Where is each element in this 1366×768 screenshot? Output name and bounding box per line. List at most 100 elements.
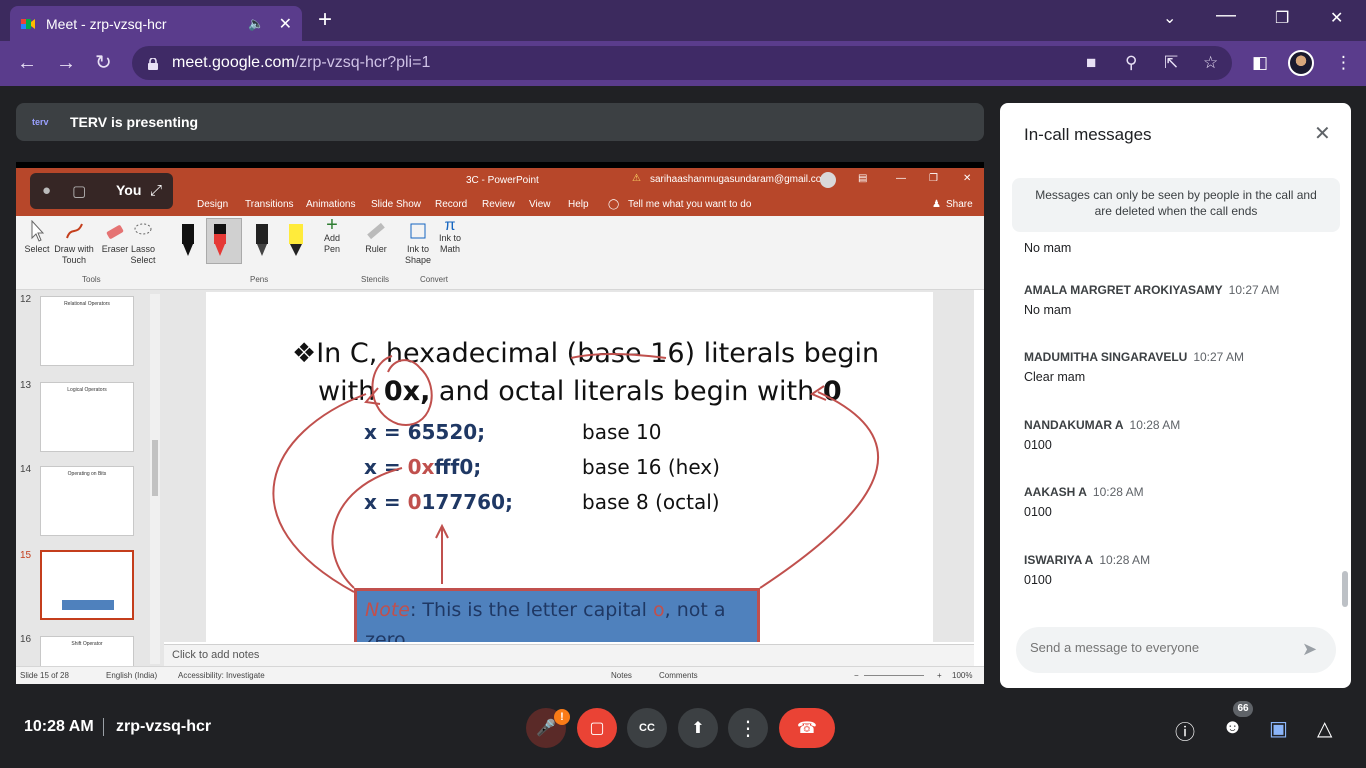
tell-me-box[interactable]: Tell me what you want to do [628,199,751,210]
ribbon-display-icon[interactable]: ▤ [858,173,867,184]
zoom-plus-icon[interactable]: + [937,671,942,680]
menu-slide-show[interactable]: Slide Show [371,199,421,210]
chat-message: ISWARIYA A 10:28 AM 0100 [1024,553,1151,587]
chat-message: AMALA MARGRET AROKIYASAMY 10:27 AM No mam [1024,283,1280,317]
zoom-slider[interactable] [864,675,924,676]
hang-up-icon: ☎ [797,720,817,737]
thumb-number: 12 [20,294,32,305]
close-tab-icon[interactable]: ✕ [279,14,292,34]
base-label: base 10 [582,420,662,444]
share-page-icon[interactable]: ⇱ [1164,53,1178,73]
add-pen-button[interactable]: + Add Pen [320,214,344,255]
lasso-select-tool[interactable]: Lasso Select [130,220,156,266]
comments-toggle[interactable]: Comments [659,671,698,680]
ink-to-math-tool[interactable]: π Ink to Math [436,218,464,255]
thumb-number: 16 [20,634,32,645]
message-list[interactable]: No mam AMALA MARGRET AROKIYASAMY 10:27 AM… [1000,237,1340,607]
new-tab-icon[interactable]: + [318,8,332,32]
base-label: base 16 (hex) [582,455,720,479]
mic-off-icon: 🎤 [536,720,556,737]
present-screen-icon: ⬆ [691,720,705,737]
address-bar[interactable]: meet.google.com/zrp-vzsq-hcr?pli=1 ■ ⚲ ⇱… [132,46,1232,80]
zoom-icon[interactable]: ⚲ [1125,53,1137,73]
ppt-restore-icon[interactable]: ❐ [929,173,938,184]
tab-search-chevron-icon[interactable]: ⌄ [1163,8,1176,28]
gray-pen-icon[interactable] [254,222,270,258]
lasso-icon [134,223,152,235]
message-composer: ➤ [1016,627,1336,673]
info-icon[interactable]: ⓘ [1175,716,1195,745]
side-panel-icon[interactable]: ◧ [1252,53,1268,73]
self-view-tile[interactable]: ● ▢ You ⤢ [30,173,173,209]
camera-in-use-icon[interactable]: ■ [1086,53,1096,73]
notes-toggle[interactable]: Notes [611,671,632,680]
browser-tab[interactable]: Meet - zrp-vzsq-hcr 🔈 ✕ [10,6,302,41]
profile-avatar[interactable] [1288,50,1314,76]
close-window-icon[interactable]: ✕ [1330,8,1343,28]
presenting-banner: terv TERV is presenting [16,103,984,141]
chat-scrollbar[interactable] [1342,571,1348,607]
activities-icon[interactable]: △ [1317,716,1332,741]
browser-menu-icon[interactable]: ⋮ [1335,53,1352,73]
highlighter-icon[interactable] [288,222,304,258]
close-panel-icon[interactable]: ✕ [1314,121,1331,146]
slide-thumbnail[interactable]: Logical Operators [40,382,134,452]
tools-group-label: Tools [82,275,101,284]
red-pen-selected[interactable] [206,218,242,264]
notes-pane[interactable]: Click to add notes [164,644,974,666]
notes-placeholder: Click to add notes [172,649,260,661]
menu-design[interactable]: Design [197,199,228,210]
restore-icon[interactable]: ❐ [1275,8,1289,28]
menu-record[interactable]: Record [435,199,467,210]
menu-view[interactable]: View [529,199,551,210]
browser-toolbar: ← → ↻ meet.google.com/zrp-vzsq-hcr?pli=1… [0,41,1366,86]
more-vert-icon: ⋮ [738,717,758,740]
minimize-icon[interactable]: — [1216,4,1236,27]
expand-icon[interactable]: ⤢ [150,182,162,199]
reload-icon[interactable]: ↻ [95,51,112,75]
share-button[interactable]: Share [946,199,973,210]
people-icon[interactable]: ☻ [1222,716,1243,739]
camera-toggle-button[interactable]: ▢ [577,708,617,748]
captions-button[interactable]: CC [627,708,667,748]
back-arrow-icon[interactable]: ← [17,51,37,75]
slide-thumbnail[interactable]: Operating on Bits [40,466,134,536]
chat-icon[interactable]: ▣ [1269,716,1288,741]
accessibility-status[interactable]: Accessibility: Investigate [178,671,265,680]
select-label: Select [24,244,50,254]
thumb-number: 14 [20,464,32,475]
captions-icon: CC [639,722,655,734]
bookmark-star-icon[interactable]: ☆ [1203,53,1218,73]
ink-to-shape-tool[interactable]: Ink to Shape [404,220,432,266]
menu-transitions[interactable]: Transitions [245,199,294,210]
thumbnail-scroll-thumb[interactable] [152,440,158,496]
black-pen-icon[interactable] [180,222,196,258]
select-tool[interactable]: Select [24,220,50,255]
send-icon[interactable]: ➤ [1302,639,1317,660]
zoom-minus-icon[interactable]: − [854,671,859,680]
more-options-button[interactable]: ⋮ [728,708,768,748]
eraser-tool[interactable]: Eraser [100,220,130,255]
slide-thumbnail-selected[interactable] [40,550,134,620]
divider [103,718,104,736]
current-slide[interactable]: ❖In C, hexadecimal (base 16) literals be… [206,292,933,642]
slide-bullet-line: ❖In C, hexadecimal (base 16) literals be… [292,338,880,369]
menu-animations[interactable]: Animations [306,199,355,210]
ppt-minimize-icon[interactable]: — [896,173,906,184]
self-name: You [116,182,142,198]
message-input[interactable] [1030,640,1290,655]
plus-icon: + [326,214,338,236]
ruler-tool[interactable]: Ruler [364,220,388,255]
person-icon: ♟ [932,199,941,210]
code-line-octal: x = 0177760; [364,490,514,514]
menu-review[interactable]: Review [482,199,515,210]
leave-call-button[interactable]: ☎ [779,708,835,748]
speaker-icon[interactable]: 🔈 [248,16,264,32]
present-button[interactable]: ⬆ [678,708,718,748]
draw-with-touch-tool[interactable]: Draw with Touch [52,220,96,266]
forward-arrow-icon[interactable]: → [56,51,76,75]
url-path: /zrp-vzsq-hcr?pli=1 [294,54,431,71]
slide-thumbnail[interactable]: Relational Operators [40,296,134,366]
menu-help[interactable]: Help [568,199,589,210]
ppt-close-icon[interactable]: ✕ [963,173,971,184]
